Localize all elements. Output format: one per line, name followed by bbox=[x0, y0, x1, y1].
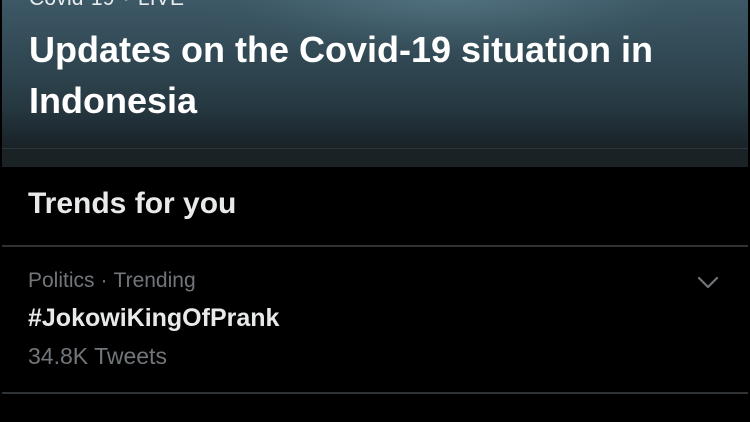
live-event-category: Covid-19 bbox=[29, 0, 115, 10]
trend-hashtag: #JokowiKingOfPrank bbox=[28, 304, 280, 332]
trend-separator: · bbox=[100, 269, 108, 292]
divider bbox=[2, 392, 748, 394]
explore-page: Covid-19 · LIVE Updates on the Covid-19 si… bbox=[0, 0, 750, 422]
hero-bottom-strip bbox=[2, 148, 748, 167]
live-event-separator: · bbox=[123, 0, 130, 10]
live-event-card[interactable]: Covid-19 · LIVE Updates on the Covid-19 si… bbox=[2, 0, 748, 166]
live-event-title: Updates on the Covid-19 situation in Ind… bbox=[29, 29, 654, 121]
trend-status: Trending bbox=[113, 269, 196, 292]
live-badge: LIVE bbox=[138, 0, 184, 10]
trends-section-title: Trends for you bbox=[28, 187, 237, 220]
trend-item[interactable]: Politics · Trending #JokowiKingOfPrank 34.… bbox=[2, 247, 748, 392]
trend-context: Politics · Trending bbox=[28, 269, 196, 293]
chevron-down-icon[interactable] bbox=[696, 271, 720, 295]
trend-category: Politics bbox=[28, 269, 95, 292]
live-event-topic: Covid-19 · LIVE bbox=[29, 0, 184, 11]
trend-tweet-count: 34.8K Tweets bbox=[28, 343, 167, 369]
